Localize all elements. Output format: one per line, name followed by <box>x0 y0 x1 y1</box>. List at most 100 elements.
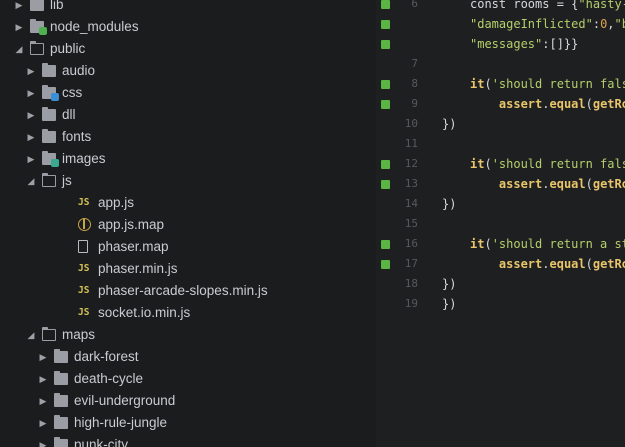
chevron-right-icon[interactable]: ▶ <box>14 16 24 38</box>
tree-folder-maps[interactable]: ◢ maps <box>0 324 376 346</box>
tree-item-label: public <box>50 41 86 56</box>
code-token: assert <box>498 177 543 191</box>
tree-folder-css[interactable]: ▶ css <box>0 82 376 104</box>
code-token: }) <box>442 197 457 211</box>
code-token: 'should return a st <box>491 237 625 251</box>
chevron-down-icon[interactable]: ◢ <box>26 170 36 192</box>
tree-item-label: js <box>62 173 72 188</box>
tree-file-socket-io-min-js[interactable]: JS socket.io.min.js <box>0 302 376 324</box>
code-token: "messages" <box>470 37 543 51</box>
chevron-down-icon[interactable]: ◢ <box>14 38 24 60</box>
chevron-right-icon[interactable]: ▶ <box>14 0 24 16</box>
folder-icon <box>30 19 47 35</box>
tree-folder-death-cycle[interactable]: ▶ death-cycle <box>0 368 376 390</box>
folder-badge-icon <box>51 159 59 167</box>
tree-item-label: maps <box>62 327 96 342</box>
tree-item-label: node_modules <box>50 19 139 34</box>
line-number: 19 <box>404 297 418 310</box>
line-number: 11 <box>404 137 418 150</box>
tree-item-label: app.js.map <box>98 217 165 232</box>
tree-folder-high-rule-jungle[interactable]: ▶ high-rule-jungle <box>0 412 376 434</box>
code-token: it <box>470 77 485 91</box>
tree-file-phaser-map[interactable]: phaser.map <box>0 236 376 258</box>
tree-folder-js[interactable]: ◢ js <box>0 170 376 192</box>
code-line: it('should return fals <box>470 74 625 94</box>
code-token: "hasty- <box>578 0 625 11</box>
line-number: 6 <box>411 0 418 10</box>
chevron-right-icon[interactable]: ▶ <box>38 412 48 434</box>
code-token: 'should return fals <box>491 157 625 171</box>
git-added-marker <box>381 160 390 169</box>
code-token: "b <box>614 17 625 31</box>
code-token: equal <box>549 97 586 111</box>
code-line: }) <box>442 194 456 214</box>
code-token: "damageInflicted" <box>470 17 593 31</box>
tree-folder-public[interactable]: ◢ public <box>0 38 376 60</box>
line-number: 18 <box>404 277 418 290</box>
tree-folder-dark-forest[interactable]: ▶ dark-forest <box>0 346 376 368</box>
git-added-marker <box>381 20 390 29</box>
line-number: 16 <box>404 237 418 250</box>
file-icon <box>78 240 88 253</box>
code-token: ( <box>484 157 492 171</box>
tree-folder-fonts[interactable]: ▶ fonts <box>0 126 376 148</box>
tree-file-phaser-arcade-slopes-min-js[interactable]: JS phaser-arcade-slopes.min.js <box>0 280 376 302</box>
globe-icon <box>78 218 91 231</box>
folder-icon <box>54 437 68 447</box>
code-line: "messages":[]}} <box>470 34 578 54</box>
tree-folder-node-modules[interactable]: ▶ node_modules <box>0 16 376 38</box>
tree-file-app-js[interactable]: JS app.js <box>0 192 376 214</box>
file-tree-sidebar: ▶ lib ▶ node_modules ◢ public ▶ audio ▶ css ▶ dll ▶ f… <box>0 0 376 447</box>
tree-item-label: dll <box>62 107 76 122</box>
tree-folder-audio[interactable]: ▶ audio <box>0 60 376 82</box>
tree-item-label: images <box>62 151 106 166</box>
code-line: assert.equal(getRo <box>470 94 625 114</box>
tree-folder-punk-city[interactable]: ▶ punk-city <box>0 434 376 447</box>
code-editor[interactable]: 6 const rooms = {"hasty- "damageInflicted"… <box>376 0 625 447</box>
tree-file-app-js-map[interactable]: app.js.map <box>0 214 376 236</box>
code-line: "damageInflicted":0,"b <box>470 14 625 34</box>
tree-folder-images[interactable]: ▶ images <box>0 148 376 170</box>
git-added-marker <box>381 180 390 189</box>
chevron-right-icon[interactable]: ▶ <box>26 82 36 104</box>
tree-item-label: app.js <box>98 195 135 210</box>
js-file-icon: JS <box>78 263 90 274</box>
tree-item-label: audio <box>62 63 96 78</box>
code-token: ( <box>585 257 593 271</box>
code-token: ( <box>585 97 593 111</box>
tree-file-phaser-min-js[interactable]: JS phaser.min.js <box>0 258 376 280</box>
code-token: getRo <box>592 97 625 111</box>
line-number: 13 <box>404 177 418 190</box>
code-token: it <box>470 157 485 171</box>
code-token: getRo <box>592 257 625 271</box>
folder-icon <box>54 371 68 385</box>
code-token: equal <box>549 257 586 271</box>
tree-item-label: css <box>62 85 83 100</box>
tree-folder-lib[interactable]: ▶ lib <box>0 0 376 16</box>
tree-folder-dll[interactable]: ▶ dll <box>0 104 376 126</box>
chevron-down-icon[interactable]: ◢ <box>26 324 36 346</box>
folder-icon <box>54 393 68 407</box>
tree-item-label: evil-underground <box>74 393 176 408</box>
code-token: ( <box>484 237 492 251</box>
chevron-right-icon[interactable]: ▶ <box>26 60 36 82</box>
code-token: assert <box>498 97 543 111</box>
chevron-right-icon[interactable]: ▶ <box>26 104 36 126</box>
line-number: 15 <box>404 217 418 230</box>
chevron-right-icon[interactable]: ▶ <box>38 368 48 390</box>
code-token: : <box>592 17 601 31</box>
chevron-right-icon[interactable]: ▶ <box>26 148 36 170</box>
chevron-right-icon[interactable]: ▶ <box>38 434 48 447</box>
line-number: 7 <box>411 57 418 70</box>
code-line: }) <box>442 274 456 294</box>
folder-icon <box>42 129 56 143</box>
code-token: ( <box>484 77 492 91</box>
tree-folder-evil-underground[interactable]: ▶ evil-underground <box>0 390 376 412</box>
chevron-right-icon[interactable]: ▶ <box>26 126 36 148</box>
code-token: assert <box>498 257 543 271</box>
code-line: assert.equal(getRo <box>470 254 625 274</box>
chevron-right-icon[interactable]: ▶ <box>38 346 48 368</box>
code-token: . <box>542 97 550 111</box>
tree-item-label: high-rule-jungle <box>74 415 168 430</box>
chevron-right-icon[interactable]: ▶ <box>38 390 48 412</box>
